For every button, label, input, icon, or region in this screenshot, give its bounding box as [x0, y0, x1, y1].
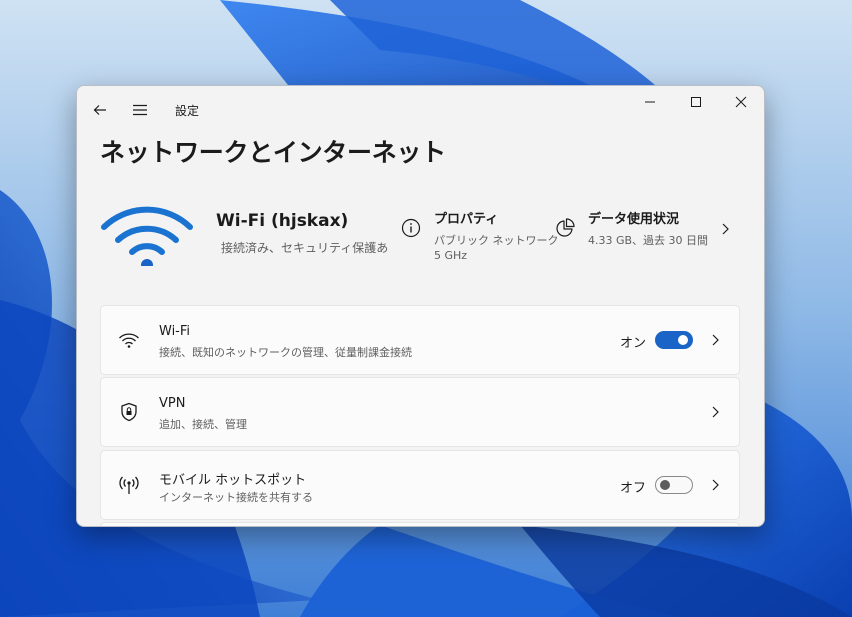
- chevron-right-icon: [712, 406, 719, 418]
- app-title: 設定: [175, 104, 200, 118]
- settings-window: 設定 ネットワークとインターネット Wi-Fi (hjskax) 接続済み、セキ…: [76, 85, 765, 527]
- hotspot-icon: [118, 474, 140, 496]
- card-subtitle: 接続、既知のネットワークの管理、従量制課金接続: [159, 346, 412, 359]
- hotspot-toggle-label: オフ: [620, 481, 647, 496]
- card-subtitle: 追加、接続、管理: [159, 418, 247, 431]
- pie-chart-icon: [556, 218, 575, 237]
- title-bar: 設定: [77, 86, 764, 130]
- hotspot-toggle[interactable]: [655, 476, 693, 494]
- data-usage-link[interactable]: データ使用状況 4.33 GB、過去 30 日間: [555, 208, 735, 268]
- next-settings-card-partial[interactable]: [100, 522, 740, 526]
- close-button[interactable]: [718, 86, 764, 118]
- network-status-row: 接続済み、セキュリティ保護あり: [216, 238, 389, 256]
- chevron-right-icon: [712, 479, 719, 491]
- data-usage-detail: 4.33 GB、過去 30 日間: [588, 234, 709, 247]
- wifi-toggle-label: オン: [620, 336, 647, 351]
- info-icon: [401, 218, 421, 238]
- minimize-icon: [645, 101, 655, 103]
- vpn-settings-card[interactable]: VPN 追加、接続、管理: [100, 377, 740, 447]
- back-arrow-icon[interactable]: [90, 100, 110, 120]
- maximize-button[interactable]: [673, 86, 719, 118]
- hamburger-menu-icon[interactable]: [130, 100, 150, 120]
- network-band: 5 GHz: [434, 249, 468, 262]
- minimize-button[interactable]: [627, 86, 673, 118]
- network-status: 接続済み、セキュリティ保護あり: [221, 240, 389, 255]
- properties-title: プロパティ: [434, 212, 499, 227]
- maximize-icon: [691, 97, 701, 107]
- connection-summary: Wi-Fi (hjskax) 接続済み、セキュリティ保護あり プロパティ パブリ…: [77, 186, 764, 276]
- wifi-settings-card[interactable]: Wi-Fi 接続、既知のネットワークの管理、従量制課金接続 オン: [100, 305, 740, 375]
- network-name: Wi-Fi (hjskax): [216, 211, 349, 231]
- chevron-right-icon: [722, 223, 729, 235]
- wifi-icon: [118, 329, 140, 351]
- data-usage-title: データ使用状況: [588, 212, 680, 227]
- page-title: ネットワークとインターネット: [100, 138, 446, 167]
- large-wifi-icon: [101, 206, 193, 266]
- wifi-toggle[interactable]: [655, 331, 693, 349]
- card-title: Wi-Fi: [159, 324, 191, 339]
- card-subtitle: インターネット接続を共有する: [159, 491, 313, 504]
- network-profile-type: パブリック ネットワーク: [434, 234, 559, 247]
- chevron-right-icon: [712, 334, 719, 346]
- mobile-hotspot-card[interactable]: モバイル ホットスポット インターネット接続を共有する オフ: [100, 450, 740, 520]
- card-title: モバイル ホットスポット: [159, 473, 307, 488]
- card-title: VPN: [159, 396, 186, 411]
- close-icon: [735, 96, 747, 108]
- vpn-shield-icon: [118, 401, 140, 423]
